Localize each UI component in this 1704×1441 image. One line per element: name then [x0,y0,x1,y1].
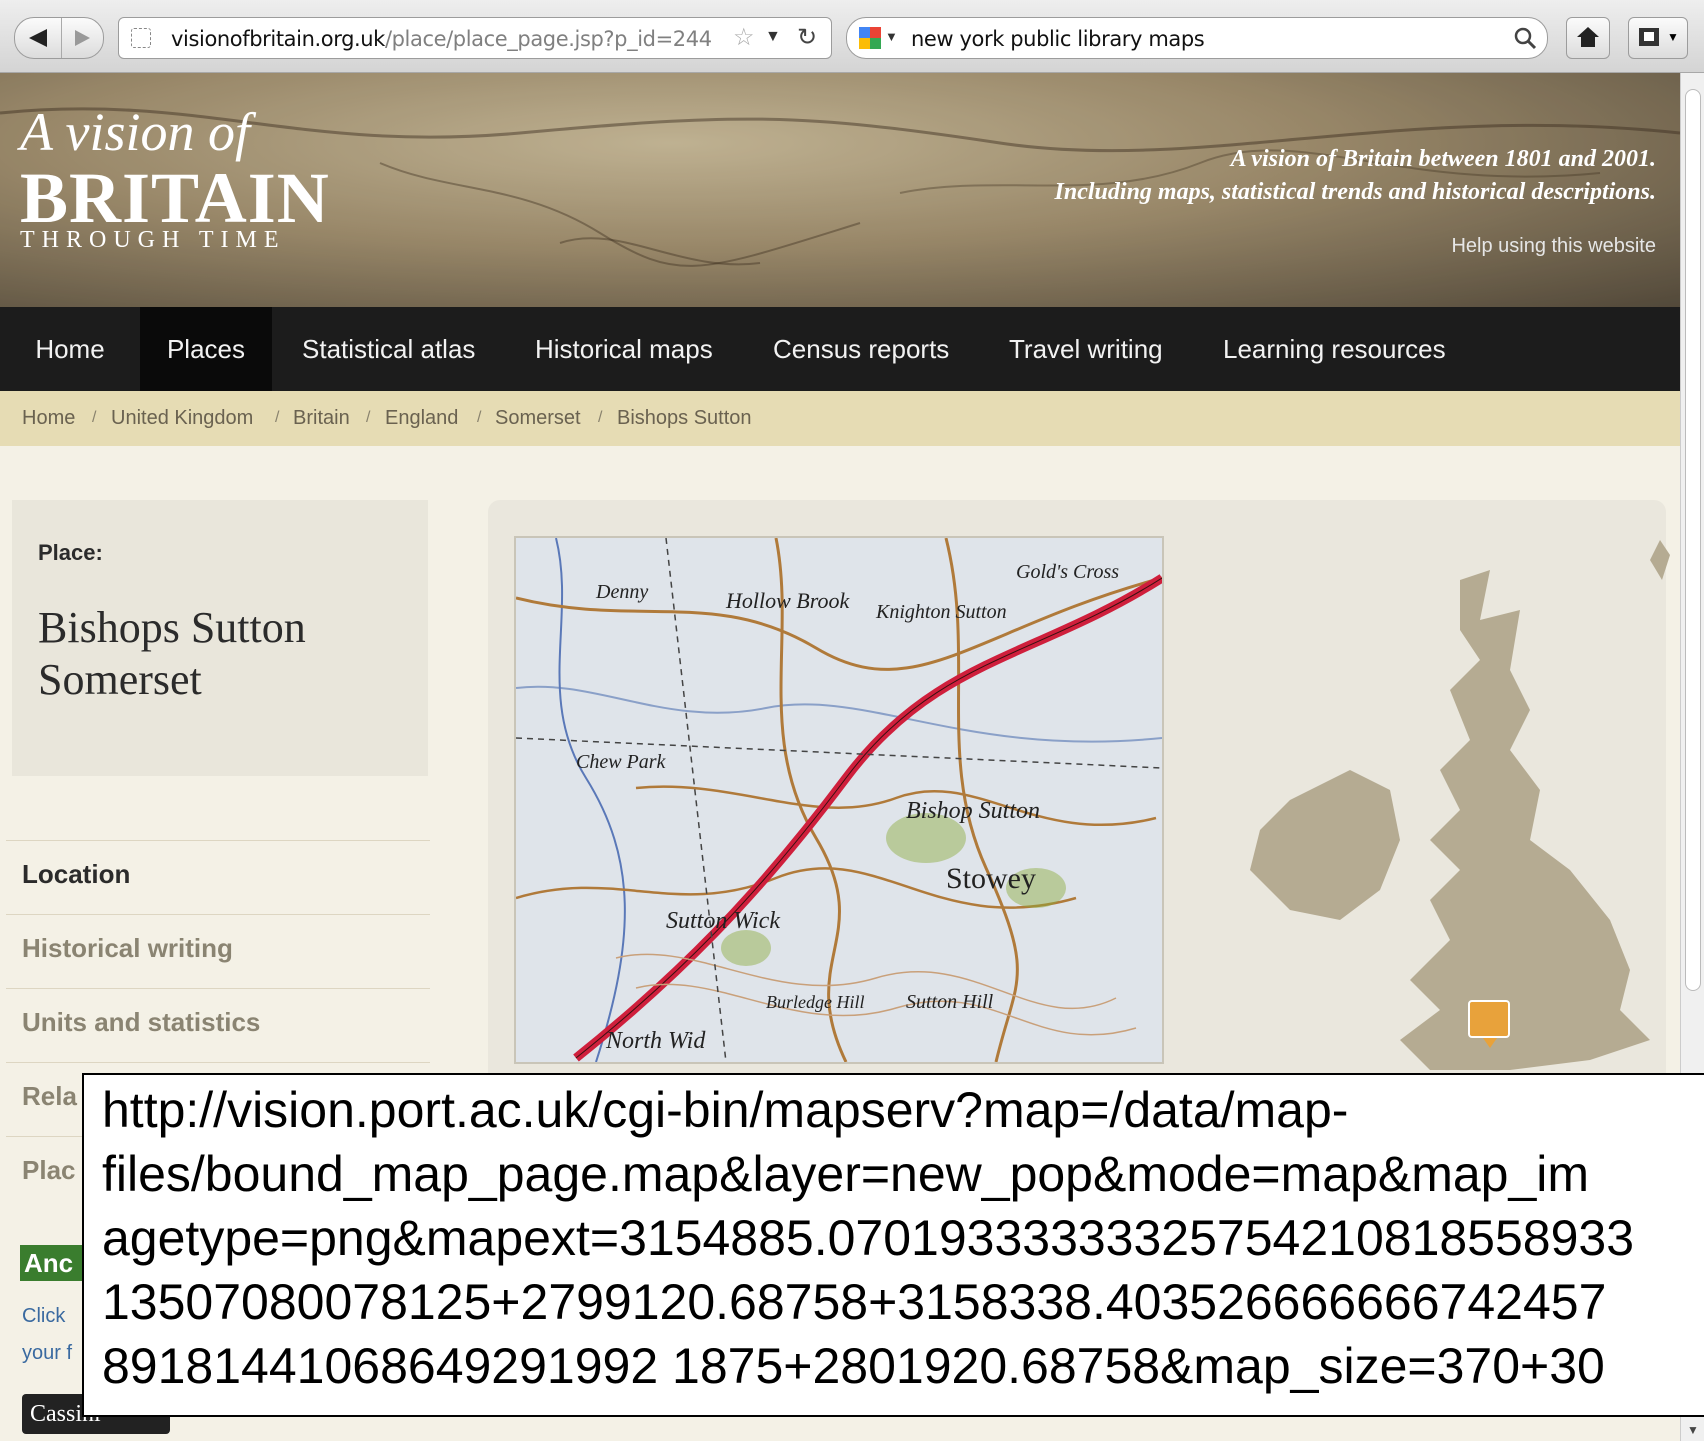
nav-census-reports[interactable]: Census reports [773,307,949,391]
nav-travel-writing[interactable]: Travel writing [1009,307,1163,391]
browser-toolbar: visionofbritain.org.uk/place/place_page.… [0,0,1704,73]
logo-through-time[interactable]: THROUGH TIME [20,227,286,254]
breadcrumb-separator: / [366,409,371,426]
ancestry-badge[interactable]: Anc [20,1245,88,1281]
overlay-line-4: 13507080078125+2799120.68758+3158338.403… [102,1274,1607,1330]
sidenav-location-label: Location [22,859,131,889]
search-input[interactable]: new york public library maps [911,27,1205,51]
url-domain: visionofbritain.org.uk [171,27,385,51]
uk-locator-map [1250,540,1670,1070]
sidenav-units-and-statistics-label: Units and statistics [22,1007,261,1037]
sidenav-related-label: Rela [22,1081,77,1111]
home-button[interactable] [1566,17,1610,59]
back-button[interactable] [15,18,62,58]
topographic-map-drawing: Hollow Brook Knighton Sutton Chew Park B… [515,537,1165,1063]
sidenav-historical-writing-label: Historical writing [22,933,233,963]
breadcrumb-separator: / [275,409,280,426]
your-text[interactable]: your f [22,1342,72,1365]
address-bar[interactable]: visionofbritain.org.uk/place/place_page.… [118,17,832,59]
map-label-knighton-sutton: Knighton Sutton [875,601,1007,623]
overlay-line-1: http://vision.port.ac.uk/cgi-bin/mapserv… [102,1082,1349,1138]
map-label-burledge-hill: Burledge Hill [766,992,864,1012]
extension-icon [1639,28,1659,46]
extension-dropdown-icon: ▼ [1667,30,1679,44]
breadcrumb-separator: / [598,409,603,426]
history-buttons [14,17,104,59]
nav-learning-resources[interactable]: Learning resources [1223,307,1446,391]
tagline-line-1: A vision of Britain between 1801 and 200… [1230,146,1656,172]
history-dropdown-icon[interactable]: ▼ [765,28,781,46]
breadcrumb-somerset[interactable]: Somerset [495,407,581,430]
search-engine-dropdown-icon[interactable]: ▼ [885,29,898,44]
reload-icon[interactable]: ↻ [797,23,817,52]
tagline-line-2: Including maps, statistical trends and h… [1054,179,1656,205]
overlay-line-5: 89181441068649291992 1875+2801920.68758&… [102,1338,1605,1394]
breadcrumb-bishops-sutton: Bishops Sutton [617,407,752,429]
nav-statistical-atlas[interactable]: Statistical atlas [302,307,475,391]
breadcrumb-united-kingdom[interactable]: United Kingdom [111,407,253,430]
sidenav-location[interactable]: Location [6,840,430,915]
nav-places[interactable]: Places [140,307,272,405]
url-annotation-overlay: http://vision.port.ac.uk/cgi-bin/mapserv… [82,1073,1704,1417]
place-name: Bishops Sutton [38,603,306,652]
logo-vision-of[interactable]: A vision of [20,101,250,163]
search-bar[interactable]: ▼ new york public library maps [846,17,1548,59]
map-label-sutton-hill: Sutton Hill [906,991,994,1013]
scrollbar-thumb[interactable] [1685,89,1701,991]
url-text[interactable]: visionofbritain.org.uk/place/place_page.… [171,27,712,51]
extension-button[interactable]: ▼ [1628,17,1688,59]
google-search-engine-icon[interactable] [859,27,881,49]
nav-historical-maps[interactable]: Historical maps [535,307,713,391]
breadcrumb-britain[interactable]: Britain [293,407,350,430]
place-label: Place: [38,540,103,565]
overlay-line-2: files/bound_map_page.map&layer=new_pop&m… [102,1146,1590,1202]
breadcrumb: Home / United Kingdom / Britain / Englan… [0,391,1680,446]
forward-arrow-icon [75,30,90,46]
forward-button[interactable] [62,18,103,58]
site-tagline: A vision of Britain between 1801 and 200… [1055,143,1656,209]
historical-map-tile[interactable]: Hollow Brook Knighton Sutton Chew Park B… [514,536,1165,1064]
site-header-banner: A vision of BRITAIN THROUGH TIME A visio… [0,73,1680,307]
map-label-bishop-sutton: Bishop Sutton [906,798,1040,824]
map-label-hollow-brook: Hollow Brook [725,588,850,613]
bookmark-star-icon[interactable]: ☆ [733,23,755,52]
sidenav-units-and-statistics[interactable]: Units and statistics [6,988,430,1063]
map-label-golds-cross: Gold's Cross [1016,561,1119,583]
map-label-sutton-wick: Sutton Wick [666,908,780,934]
breadcrumb-separator: / [477,409,482,426]
map-label-chew-park: Chew Park [576,751,667,773]
scroll-down-arrow-icon[interactable]: ▼ [1687,1423,1699,1437]
sidenav-historical-writing[interactable]: Historical writing [6,914,430,989]
place-title-box: Place: Bishops Sutton Somerset [12,500,428,776]
map-label-denny: Denny [595,581,648,603]
search-icon[interactable] [1513,26,1537,50]
overlay-line-3: agetype=png&mapext=3154885.0701933333332… [102,1210,1635,1266]
breadcrumb-home[interactable]: Home [22,407,75,430]
nav-home[interactable]: Home [0,307,140,391]
map-label-north-wid: North Wid [605,1028,706,1054]
breadcrumb-separator: / [92,409,97,426]
map-label-stowey: Stowey [946,862,1036,895]
location-marker[interactable] [1468,1000,1510,1048]
url-path: /place/place_page.jsp?p_id=244 [384,27,712,51]
sidenav-places-label: Plac [22,1155,76,1185]
home-icon [1577,27,1599,47]
breadcrumb-england[interactable]: England [385,407,458,430]
place-county: Somerset [38,655,202,704]
click-text[interactable]: Click [22,1305,65,1328]
back-arrow-icon [29,29,47,47]
help-link[interactable]: Help using this website [1451,235,1656,258]
site-identity-icon[interactable] [131,28,151,48]
main-navigation: Home Places Statistical atlas Historical… [0,307,1680,405]
